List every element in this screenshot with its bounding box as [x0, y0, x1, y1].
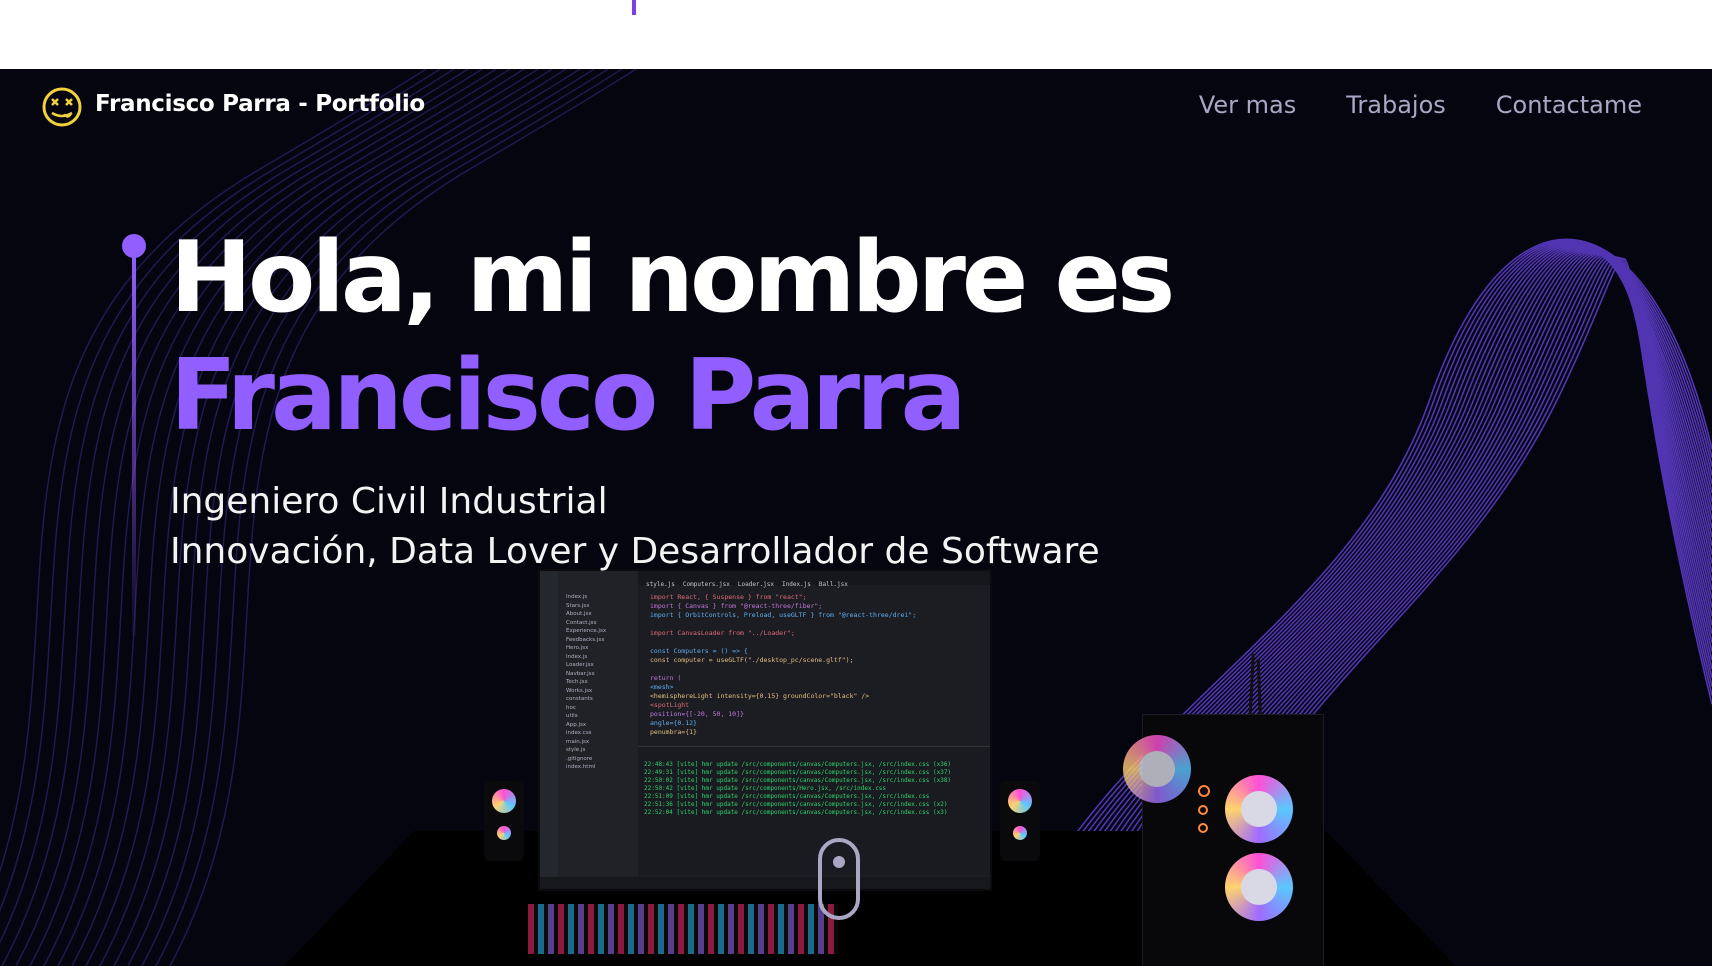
terminal-line: 22:52:04 [vite] hmr update /src/componen… [644, 809, 948, 816]
navbar: Francisco Parra - Portfolio Ver mas Trab… [0, 69, 1712, 145]
editor-tab[interactable]: Computers.jsx [683, 581, 730, 588]
code-line: import React, { Suspense } from "react"; [650, 593, 807, 601]
code-line: <mesh> [650, 683, 674, 691]
code-line: import { OrbitControls, Preload, useGLTF… [650, 611, 917, 619]
hero-heading: Hola, mi nombre es Francisco Parra [170, 219, 1175, 455]
fan-icon [1225, 775, 1293, 843]
explorer-file[interactable]: Contact.jsx [566, 619, 638, 628]
nav-links: Ver mas Trabajos Contactame [1199, 91, 1642, 119]
editor-tab[interactable]: Loader.jsx [738, 581, 774, 588]
pc-tower [1123, 714, 1324, 966]
explorer-file[interactable]: utils [566, 712, 638, 721]
hero-greeting: Hola, mi nombre es [170, 221, 1175, 335]
editor-explorer: Index.js Stars.jsx About.jsx Contact.jsx Exp… [558, 571, 638, 889]
explorer-file[interactable]: Index.js [566, 653, 638, 662]
tower-light-icon [1198, 785, 1210, 797]
keyboard [528, 904, 838, 954]
subtitle-line-1: Ingeniero Civil Industrial [170, 481, 608, 522]
timeline-dot [122, 234, 146, 258]
explorer-file[interactable]: style.js [566, 746, 638, 755]
explorer-file[interactable]: Feedbacks.jsx [566, 636, 638, 645]
nav-link-ver-mas[interactable]: Ver mas [1199, 91, 1296, 119]
editor-tab[interactable]: style.js [646, 581, 675, 588]
editor-status-bar [540, 877, 990, 889]
timeline-line [132, 256, 136, 636]
scroll-mouse-icon[interactable] [818, 838, 860, 920]
code-line: <spotLight [650, 701, 690, 709]
editor-tab[interactable]: Index.js [782, 581, 811, 588]
explorer-file[interactable]: Stars.jsx [566, 602, 638, 611]
editor-activity-bar [540, 571, 558, 889]
explorer-file[interactable]: Index.js [566, 593, 638, 602]
top-strip [0, 0, 1712, 69]
code-line: angle={0.12} [650, 719, 697, 727]
code-line: penumbra={1} [650, 728, 697, 736]
code-line: const Computers = () => { [650, 647, 748, 655]
explorer-file[interactable]: constants [566, 695, 638, 704]
code-line: const computer = useGLTF("./desktop_pc/s… [650, 656, 854, 664]
code-line: return ( [650, 674, 682, 682]
editor-tab[interactable]: Ball.jsx [819, 581, 848, 588]
hero-section: Francisco Parra - Portfolio Ver mas Trab… [0, 69, 1712, 966]
terminal-line: 22:51:09 [vite] hmr update /src/componen… [644, 793, 930, 800]
code-line: import { Canvas } from "@react-three/fib… [650, 602, 823, 610]
explorer-file[interactable]: Experience.jsx [566, 627, 638, 636]
tower-light-icon [1198, 823, 1208, 833]
speaker-ring-small-icon [497, 826, 511, 840]
hero-subtitle: Ingeniero Civil Industrial Innovación, D… [170, 477, 1100, 577]
explorer-file[interactable]: .gitignore [566, 755, 638, 764]
subtitle-line-2: Innovación, Data Lover y Desarrollador d… [170, 531, 1100, 572]
smiley-logo-icon[interactable] [41, 86, 83, 128]
speaker-ring-icon [492, 789, 516, 813]
explorer-file[interactable]: About.jsx [566, 610, 638, 619]
nav-link-contactame[interactable]: Contactame [1496, 91, 1642, 119]
explorer-file[interactable]: index.html [566, 763, 638, 772]
mouse-wheel-icon [833, 856, 845, 868]
fan-icon [1123, 735, 1191, 803]
timeline-decoration [122, 234, 148, 654]
tower-light-icon [1198, 805, 1208, 815]
explorer-file[interactable]: index.css [566, 729, 638, 738]
right-speaker [1000, 781, 1040, 861]
explorer-file[interactable]: main.jsx [566, 738, 638, 747]
code-line: position={[-20, 50, 10]} [650, 710, 744, 718]
code-line: import CanvasLoader from "../Loader"; [650, 629, 795, 637]
explorer-file[interactable]: Hero.jsx [566, 644, 638, 653]
code-editor-monitor: Index.js Stars.jsx About.jsx Contact.jsx Exp… [538, 569, 992, 891]
fan-icon [1225, 853, 1293, 921]
editor-terminal: 22:48:43 [vite] hmr update /src/componen… [638, 746, 990, 875]
brand-title[interactable]: Francisco Parra - Portfolio [95, 91, 425, 117]
nav-link-trabajos[interactable]: Trabajos [1346, 91, 1446, 119]
terminal-line: 22:48:43 [vite] hmr update /src/componen… [644, 761, 952, 768]
explorer-file[interactable]: Tech.jsx [566, 678, 638, 687]
explorer-file[interactable]: Works.jsx [566, 687, 638, 696]
terminal-line: 22:49:31 [vite] hmr update /src/componen… [644, 769, 952, 776]
speaker-ring-icon [1008, 789, 1032, 813]
terminal-line: 22:50:02 [vite] hmr update /src/componen… [644, 777, 952, 784]
editor-code: import React, { Suspense } from "react";… [650, 593, 980, 737]
explorer-file[interactable]: Loader.jsx [566, 661, 638, 670]
explorer-file[interactable]: Navbar.jsx [566, 670, 638, 679]
explorer-file[interactable]: App.jsx [566, 721, 638, 730]
terminal-line: 22:51:36 [vite] hmr update /src/componen… [644, 801, 948, 808]
terminal-line: 22:50:42 [vite] hmr update /src/componen… [644, 785, 887, 792]
speaker-ring-small-icon [1013, 826, 1027, 840]
hero-name: Francisco Parra [170, 339, 967, 453]
explorer-file[interactable]: hoc [566, 704, 638, 713]
code-line: <hemisphereLight intensity={0.15} ground… [650, 692, 870, 700]
purple-marker [632, 0, 636, 15]
left-speaker [484, 781, 524, 861]
